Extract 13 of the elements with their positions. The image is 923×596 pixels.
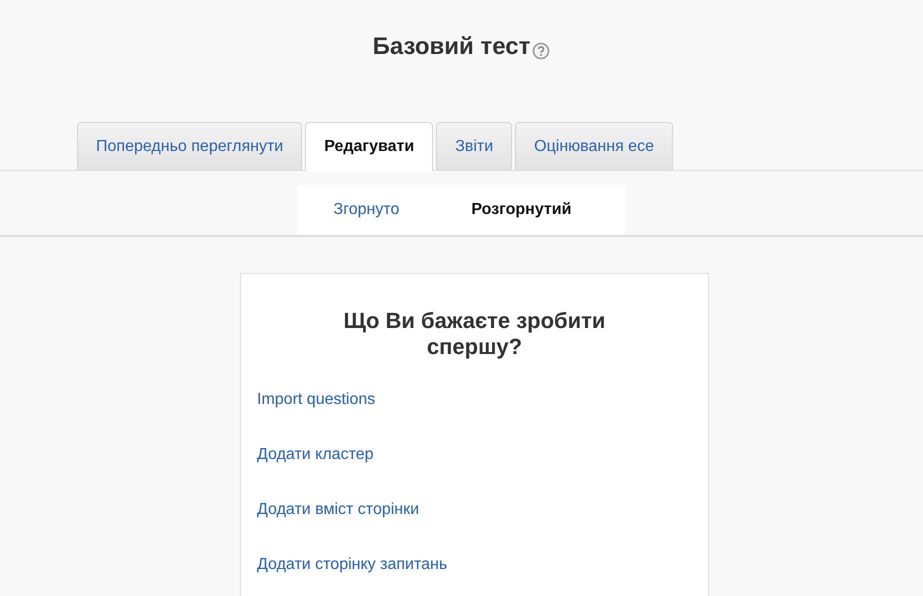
action-link[interactable]: Додати кластер: [257, 445, 374, 464]
action-link[interactable]: Import questions: [257, 390, 376, 409]
subtab[interactable]: Розгорнутий: [416, 185, 606, 235]
tab[interactable]: Звіти: [436, 122, 512, 170]
tab[interactable]: Попередньо переглянути: [77, 122, 302, 170]
card-heading: Що Ви бажаєте зробити спершу?: [342, 308, 606, 360]
page-title: Базовий тест: [372, 33, 530, 61]
action-link[interactable]: Додати вміст сторінки: [257, 500, 420, 519]
help-icon[interactable]: [532, 42, 550, 60]
tab[interactable]: Оцінювання есе: [515, 122, 673, 170]
action-link[interactable]: Додати сторінку запитань: [257, 555, 448, 574]
tab[interactable]: Редагувати: [305, 122, 434, 171]
subtab[interactable]: Згорнуто: [316, 185, 416, 235]
